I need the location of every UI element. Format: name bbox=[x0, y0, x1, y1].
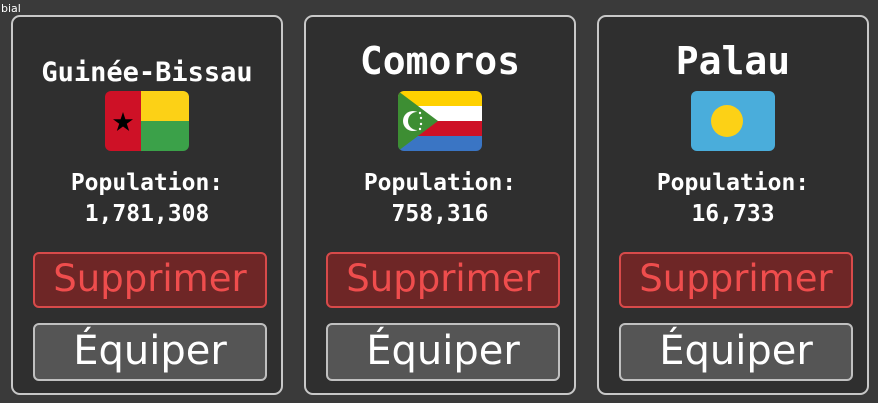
country-card-list: Guinée-Bissau Population: 1,781,308 Supp… bbox=[0, 0, 878, 403]
country-name: Comoros bbox=[359, 39, 521, 83]
flag-comoros-icon bbox=[398, 91, 482, 151]
population-label: Population: bbox=[363, 170, 517, 196]
country-card-guinea-bissau: Guinée-Bissau Population: 1,781,308 Supp… bbox=[11, 15, 283, 395]
country-name: Palau bbox=[675, 39, 791, 83]
population-value: 1,781,308 bbox=[84, 201, 210, 227]
country-card-comoros: Comoros Population: 758,316 Supprimer Éq… bbox=[304, 15, 576, 395]
delete-button[interactable]: Supprimer bbox=[326, 252, 560, 308]
population-value: 16,733 bbox=[691, 201, 775, 227]
equip-button[interactable]: Équiper bbox=[619, 323, 853, 381]
country-card-palau: Palau Population: 16,733 Supprimer Équip… bbox=[597, 15, 869, 395]
population-value: 758,316 bbox=[391, 201, 489, 227]
delete-button[interactable]: Supprimer bbox=[33, 252, 267, 308]
flag-palau-svg bbox=[691, 91, 775, 151]
population-label: Population: bbox=[70, 170, 224, 196]
flag-guinea-bissau-svg bbox=[105, 91, 189, 151]
country-name: Guinée-Bissau bbox=[41, 57, 253, 88]
flag-guinea-bissau-icon bbox=[105, 91, 189, 151]
flag-comoros-svg bbox=[398, 91, 482, 151]
delete-button[interactable]: Supprimer bbox=[619, 252, 853, 308]
equip-button[interactable]: Équiper bbox=[33, 323, 267, 381]
population-label: Population: bbox=[656, 170, 810, 196]
flag-palau-icon bbox=[691, 91, 775, 151]
equip-button[interactable]: Équiper bbox=[326, 323, 560, 381]
